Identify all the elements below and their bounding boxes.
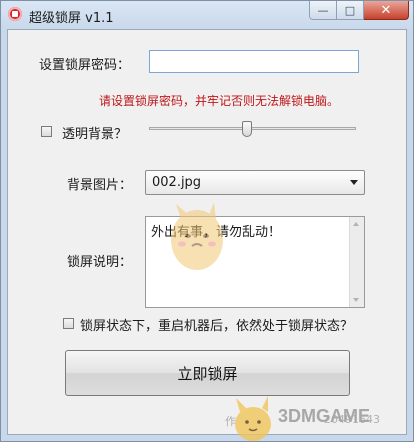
bg-image-select[interactable]: 002.jpg <box>145 170 365 195</box>
password-input[interactable] <box>149 50 359 73</box>
persist-lock-checkbox[interactable] <box>63 318 74 329</box>
client-area: 设置锁屏密码： 请设置锁屏密码，并牢记否则无法解锁电脑。 透明背景？ 背景图片：… <box>7 29 407 441</box>
lock-now-button[interactable]: 立即锁屏 <box>65 350 350 396</box>
minimize-button[interactable]: — <box>309 1 337 20</box>
app-window: 超级锁屏 v1.1 — □ ✕ 设置锁屏密码： 请设置锁屏密码，并牢记否则无法解… <box>0 0 414 442</box>
note-scrollbar[interactable] <box>349 217 364 307</box>
title-bar: 超级锁屏 v1.1 — □ ✕ <box>1 1 413 29</box>
persist-lock-label: 锁屏状态下，重启机器后，依然处于锁屏状态？ <box>80 319 354 334</box>
password-warning: 请设置锁屏密码，并牢记否则无法解锁电脑。 <box>99 94 340 108</box>
maximize-button[interactable]: □ <box>337 1 364 20</box>
close-button[interactable]: ✕ <box>364 1 409 20</box>
bg-image-label: 背景图片： <box>67 178 133 193</box>
window-title: 超级锁屏 v1.1 <box>29 11 114 26</box>
window-controls: — □ ✕ <box>309 1 409 21</box>
transparent-label: 透明背景？ <box>62 127 128 142</box>
transparent-checkbox[interactable] <box>41 126 52 137</box>
bg-image-value: 002.jpg <box>152 175 202 190</box>
note-label: 锁屏说明： <box>67 255 133 270</box>
mascot-watermark-image <box>171 202 223 270</box>
lock-app-icon <box>8 7 22 21</box>
chevron-down-icon <box>350 180 358 185</box>
site-watermark: 3DMGAME <box>278 406 371 426</box>
scroll-down-icon[interactable] <box>353 298 359 302</box>
scroll-up-icon[interactable] <box>353 222 359 226</box>
password-label: 设置锁屏密码： <box>39 58 131 73</box>
mascot-logo-image <box>235 396 271 441</box>
opacity-slider-track[interactable] <box>149 127 356 130</box>
opacity-slider-thumb[interactable] <box>242 121 252 137</box>
